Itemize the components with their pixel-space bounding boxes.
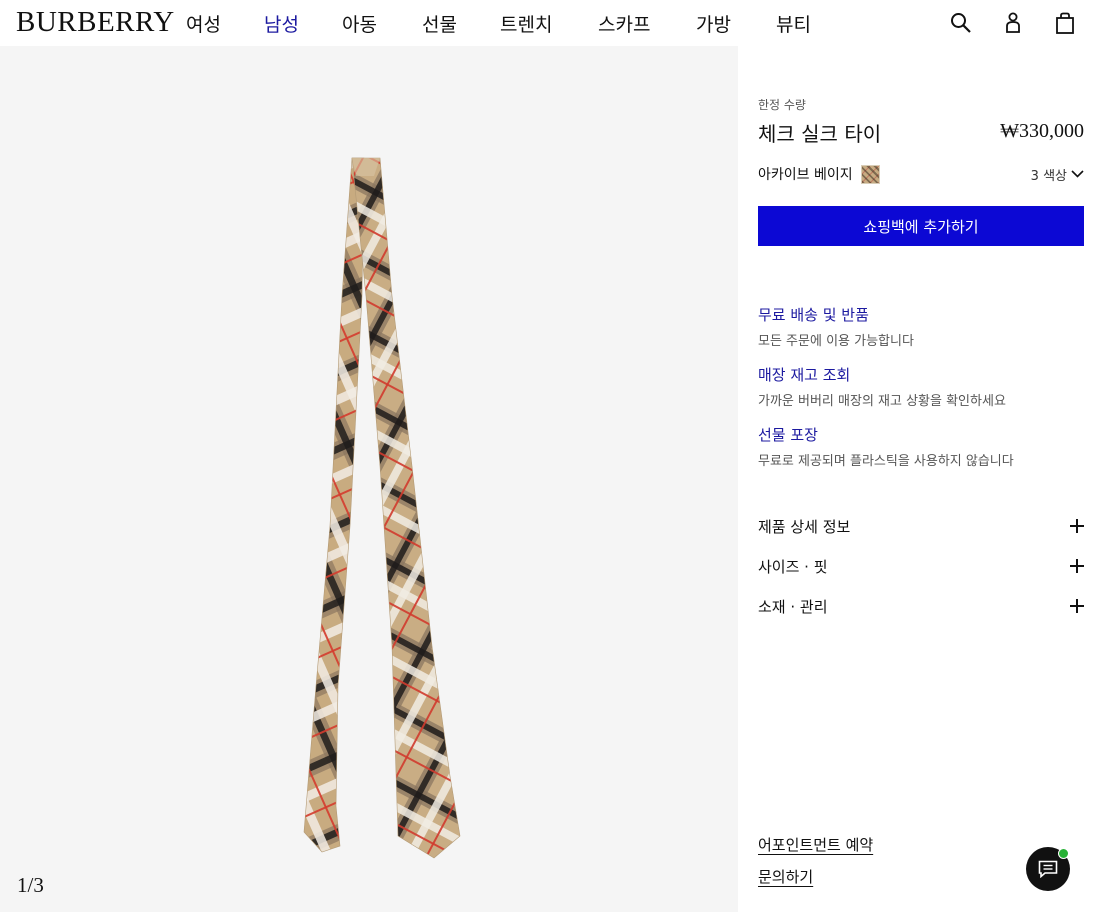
color-count-dropdown[interactable]: 3 색상 xyxy=(1031,165,1084,184)
plus-icon xyxy=(1070,519,1084,533)
accordion-product-details[interactable]: 제품 상세 정보 xyxy=(758,515,1084,537)
nav-item-gifts[interactable]: 선물 xyxy=(422,10,500,37)
accordion-label: 사이즈 · 핏 xyxy=(758,557,828,576)
chat-online-indicator xyxy=(1058,848,1069,859)
header-actions xyxy=(928,8,1084,38)
service-store-stock-desc: 가까운 버버리 매장의 재고 상황을 확인하세요 xyxy=(758,394,1006,409)
nav-item-bags[interactable]: 가방 xyxy=(696,10,776,37)
product-image-tie xyxy=(303,157,461,859)
accordion-size-fit[interactable]: 사이즈 · 핏 xyxy=(758,555,1084,577)
nav-item-kids[interactable]: 아동 xyxy=(342,10,422,37)
nav-item-beauty[interactable]: 뷰티 xyxy=(776,10,836,37)
service-gift-wrap-desc: 무료로 제공되며 플라스틱을 사용하지 않습니다 xyxy=(758,454,1014,469)
add-to-bag-button[interactable]: 쇼핑백에 추가하기 xyxy=(758,206,1084,246)
product-price: ₩330,000 xyxy=(1000,120,1084,142)
color-swatch[interactable] xyxy=(860,164,880,184)
service-shipping-title[interactable]: 무료 배송 및 반품 xyxy=(758,304,1084,325)
site-header: BURBERRY 여성 남성 아동 선물 트렌치 스카프 가방 뷰티 xyxy=(0,0,1098,46)
service-store-stock-title[interactable]: 매장 재고 조회 xyxy=(758,364,1084,385)
image-counter: 1/3 xyxy=(17,873,44,897)
service-gift-wrap: 선물 포장 무료로 제공되며 플라스틱을 사용하지 않습니다 xyxy=(758,424,1084,469)
nav-item-men[interactable]: 남성 xyxy=(264,10,342,37)
accordion-material-care[interactable]: 소재 · 관리 xyxy=(758,595,1084,617)
limited-badge: 한정 수량 xyxy=(758,98,806,112)
service-shipping-desc: 모든 주문에 이용 가능합니다 xyxy=(758,334,914,349)
nav-item-scarves[interactable]: 스카프 xyxy=(598,10,696,37)
service-gift-wrap-title[interactable]: 선물 포장 xyxy=(758,424,1084,445)
brand-logo[interactable]: BURBERRY xyxy=(16,6,175,39)
product-title: 체크 실크 타이 xyxy=(758,122,882,146)
accordion-label: 소재 · 관리 xyxy=(758,597,828,616)
contact-us-link[interactable]: 문의하기 xyxy=(758,866,813,887)
plus-icon xyxy=(1070,599,1084,613)
service-store-stock: 매장 재고 조회 가까운 버버리 매장의 재고 상황을 확인하세요 xyxy=(758,364,1084,409)
nav-item-trench[interactable]: 트렌치 xyxy=(500,10,598,37)
chevron-down-icon xyxy=(1071,170,1084,178)
product-info-panel: 한정 수량 체크 실크 타이 ₩330,000 아카이브 베이지 3 색상 쇼핑… xyxy=(758,46,1084,912)
service-shipping: 무료 배송 및 반품 모든 주문에 이용 가능합니다 xyxy=(758,304,1084,349)
nav-item-women[interactable]: 여성 xyxy=(186,10,264,37)
account-icon[interactable] xyxy=(994,8,1032,38)
book-appointment-link[interactable]: 어포인트먼트 예약 xyxy=(758,834,873,855)
color-name: 아카이브 베이지 xyxy=(758,167,853,183)
color-selector: 아카이브 베이지 3 색상 xyxy=(758,163,1084,185)
chat-icon xyxy=(1038,860,1058,878)
search-icon[interactable] xyxy=(942,8,980,38)
product-gallery[interactable]: 1/3 xyxy=(0,46,738,912)
main-nav: 여성 남성 아동 선물 트렌치 스카프 가방 뷰티 xyxy=(186,0,836,46)
accordion-label: 제품 상세 정보 xyxy=(758,517,851,536)
plus-icon xyxy=(1070,559,1084,573)
color-count-label: 3 색상 xyxy=(1030,168,1067,184)
bag-icon[interactable] xyxy=(1046,8,1084,38)
